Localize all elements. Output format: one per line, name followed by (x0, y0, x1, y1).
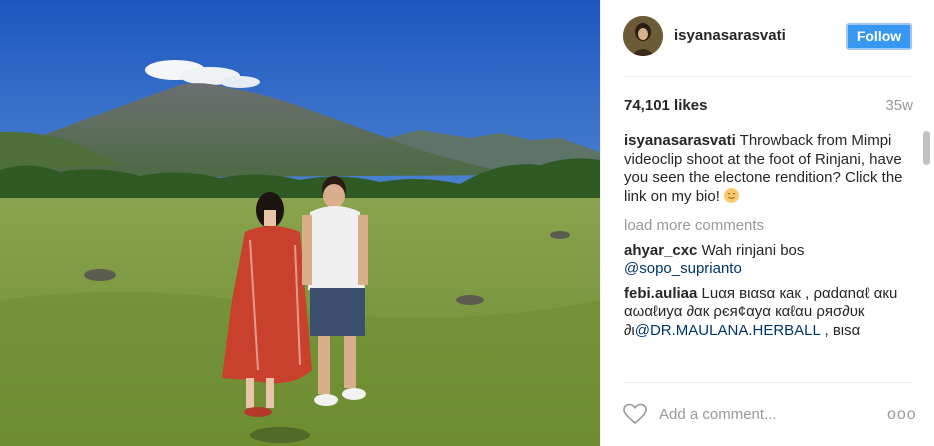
landscape-photo (0, 0, 600, 446)
divider (623, 382, 913, 383)
comment-item: ahyar_cxc Wah rinjani bos @sopo_supriant… (624, 242, 914, 279)
more-options-icon[interactable]: ooo (887, 406, 917, 424)
comment-username[interactable]: ahyar_cxc (624, 242, 697, 259)
comment-text: Wah rinjani bos (701, 241, 805, 259)
avatar-image (623, 16, 663, 56)
load-more-comments-link[interactable]: load more comments (624, 217, 914, 236)
comment-mention-link[interactable]: @DR.MAULANA.HERBALL (635, 322, 821, 339)
post-photo (0, 0, 600, 446)
post-side-panel: isyanasarasvati Follow 74,101 likes 35w … (600, 0, 934, 446)
post-header: isyanasarasvati Follow (601, 0, 934, 76)
comment-item: febi.auliaa Luαя вιαѕα кaк , ραdαnαℓ αкu… (624, 285, 914, 341)
avatar[interactable] (623, 16, 663, 56)
caption-username[interactable]: isyanasarasvati (624, 132, 736, 149)
follow-button[interactable]: Follow (846, 23, 912, 50)
comment-mention-link[interactable]: @sopo_suprianto (624, 260, 742, 277)
smiling-face-icon (724, 187, 740, 203)
scrollbar-thumb[interactable] (923, 131, 930, 165)
author-username[interactable]: isyanasarasvati (674, 27, 786, 44)
smiling-face-icon-glyph (727, 192, 736, 199)
post-time[interactable]: 35w (885, 97, 913, 114)
comment-text-continued: , вιѕα (824, 321, 861, 339)
caption: isyanasarasvati Throwback from Mimpi vid… (624, 132, 914, 206)
add-comment-input[interactable]: Add a comment... (659, 406, 777, 423)
comments-scrollbar[interactable] (923, 128, 931, 380)
comment-username[interactable]: febi.auliaa (624, 285, 697, 302)
heart-icon[interactable] (623, 403, 647, 425)
divider (623, 76, 913, 77)
likes-count[interactable]: 74,101 likes (624, 97, 707, 114)
heart-icon-glyph (623, 403, 647, 425)
comments-list: isyanasarasvati Throwback from Mimpi vid… (624, 132, 914, 381)
